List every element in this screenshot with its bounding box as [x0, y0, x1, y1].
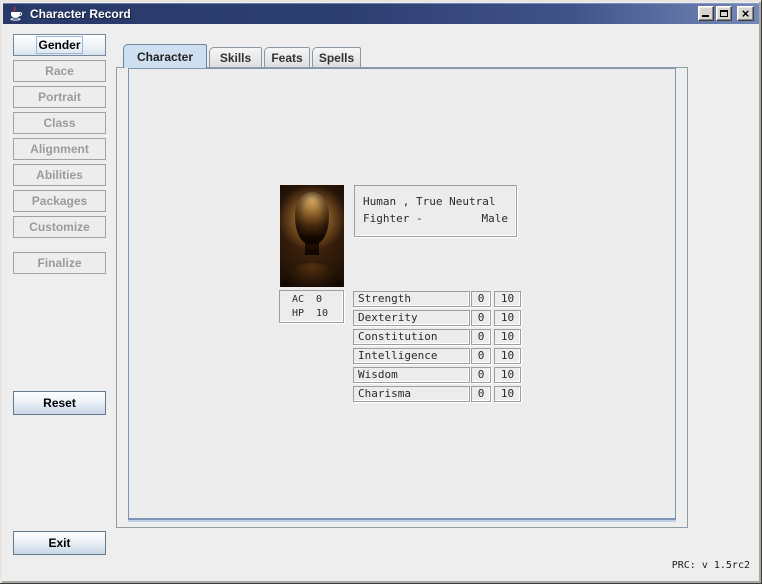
tab-feats[interactable]: Feats [264, 47, 310, 67]
sidebar-button-finalize: Finalize [13, 252, 106, 274]
java-coffee-cup-icon [8, 6, 24, 22]
tab-strip: Character Skills Feats Spells [123, 44, 363, 67]
maximize-button[interactable] [716, 6, 732, 21]
exit-button[interactable]: Exit [13, 531, 106, 555]
tab-label: Feats [271, 51, 302, 65]
ability-row-intelligence: Intelligence010 [129, 348, 675, 364]
sidebar-button-abilities: Abilities [13, 164, 106, 186]
ability-row-strength: Strength010 [129, 291, 675, 307]
character-panel: AC0 HP10 Human , True Neutral Fighter - … [128, 68, 676, 520]
close-icon: × [742, 8, 750, 19]
sidebar-button-label: Gender [38, 38, 80, 52]
ability-name-cell: Wisdom [353, 367, 470, 383]
sidebar-button-label: Race [45, 64, 74, 78]
sidebar-button-label: Class [43, 116, 75, 130]
ability-score-cell: 10 [494, 386, 521, 402]
sidebar-button-packages: Packages [13, 190, 106, 212]
tab-label: Character [137, 50, 193, 64]
ability-mod-cell: 0 [471, 348, 491, 364]
tab-skills[interactable]: Skills [209, 47, 262, 67]
sidebar-button-class: Class [13, 112, 106, 134]
ability-name-cell: Charisma [353, 386, 470, 402]
ability-mod-cell: 0 [471, 291, 491, 307]
reset-button[interactable]: Reset [13, 391, 106, 415]
ability-score-cell: 10 [494, 329, 521, 345]
sidebar-button-label: Packages [32, 194, 87, 208]
sidebar-button-label: Portrait [38, 90, 81, 104]
minimize-icon [702, 15, 709, 17]
sidebar-button-portrait: Portrait [13, 86, 106, 108]
ability-row-constitution: Constitution010 [129, 329, 675, 345]
portrait-shoulders-shape [281, 263, 343, 287]
ability-mod-cell: 0 [471, 367, 491, 383]
sidebar-button-alignment: Alignment [13, 138, 106, 160]
ability-name-cell: Constitution [353, 329, 470, 345]
ability-score-cell: 10 [494, 310, 521, 326]
ability-row-charisma: Charisma010 [129, 386, 675, 402]
tab-spells[interactable]: Spells [312, 47, 361, 67]
summary-class: Fighter - [363, 210, 423, 227]
ability-mod-cell: 0 [471, 386, 491, 402]
sidebar-button-gender[interactable]: Gender [13, 34, 106, 56]
character-record-window: Character Record × Gender Race Portrait Cla… [0, 0, 762, 584]
window-title: Character Record [30, 7, 131, 21]
ability-mod-cell: 0 [471, 310, 491, 326]
titlebar[interactable]: Character Record × [3, 3, 759, 24]
summary-gender: Male [482, 210, 509, 227]
tab-character[interactable]: Character [123, 44, 207, 68]
ability-mod-cell: 0 [471, 329, 491, 345]
tab-label: Skills [220, 51, 251, 65]
maximize-icon [720, 10, 728, 17]
portrait-head-shape [295, 192, 329, 244]
character-portrait-image [280, 185, 344, 287]
ability-row-wisdom: Wisdom010 [129, 367, 675, 383]
exit-button-label: Exit [48, 536, 70, 550]
sidebar-button-race: Race [13, 60, 106, 82]
sidebar-button-customize: Customize [13, 216, 106, 238]
version-label: PRC: v 1.5rc2 [672, 560, 750, 571]
sidebar-button-label: Finalize [37, 256, 81, 270]
summary-class-gender: Fighter - Male [363, 210, 508, 227]
ability-name-cell: Strength [353, 291, 470, 307]
ability-score-cell: 10 [494, 291, 521, 307]
sidebar-button-label: Abilities [36, 168, 83, 182]
minimize-button[interactable] [698, 6, 714, 21]
ability-row-dexterity: Dexterity010 [129, 310, 675, 326]
ability-name-cell: Intelligence [353, 348, 470, 364]
reset-button-label: Reset [43, 396, 76, 410]
ability-score-cell: 10 [494, 348, 521, 364]
summary-race-alignment: Human , True Neutral [363, 193, 508, 210]
sidebar-button-label: Alignment [30, 142, 89, 156]
ability-score-cell: 10 [494, 367, 521, 383]
close-button[interactable]: × [737, 6, 754, 21]
sidebar-button-label: Customize [29, 220, 90, 234]
character-summary-box: Human , True Neutral Fighter - Male [354, 185, 517, 237]
window-controls: × [696, 6, 754, 21]
tab-label: Spells [319, 51, 354, 65]
ability-name-cell: Dexterity [353, 310, 470, 326]
